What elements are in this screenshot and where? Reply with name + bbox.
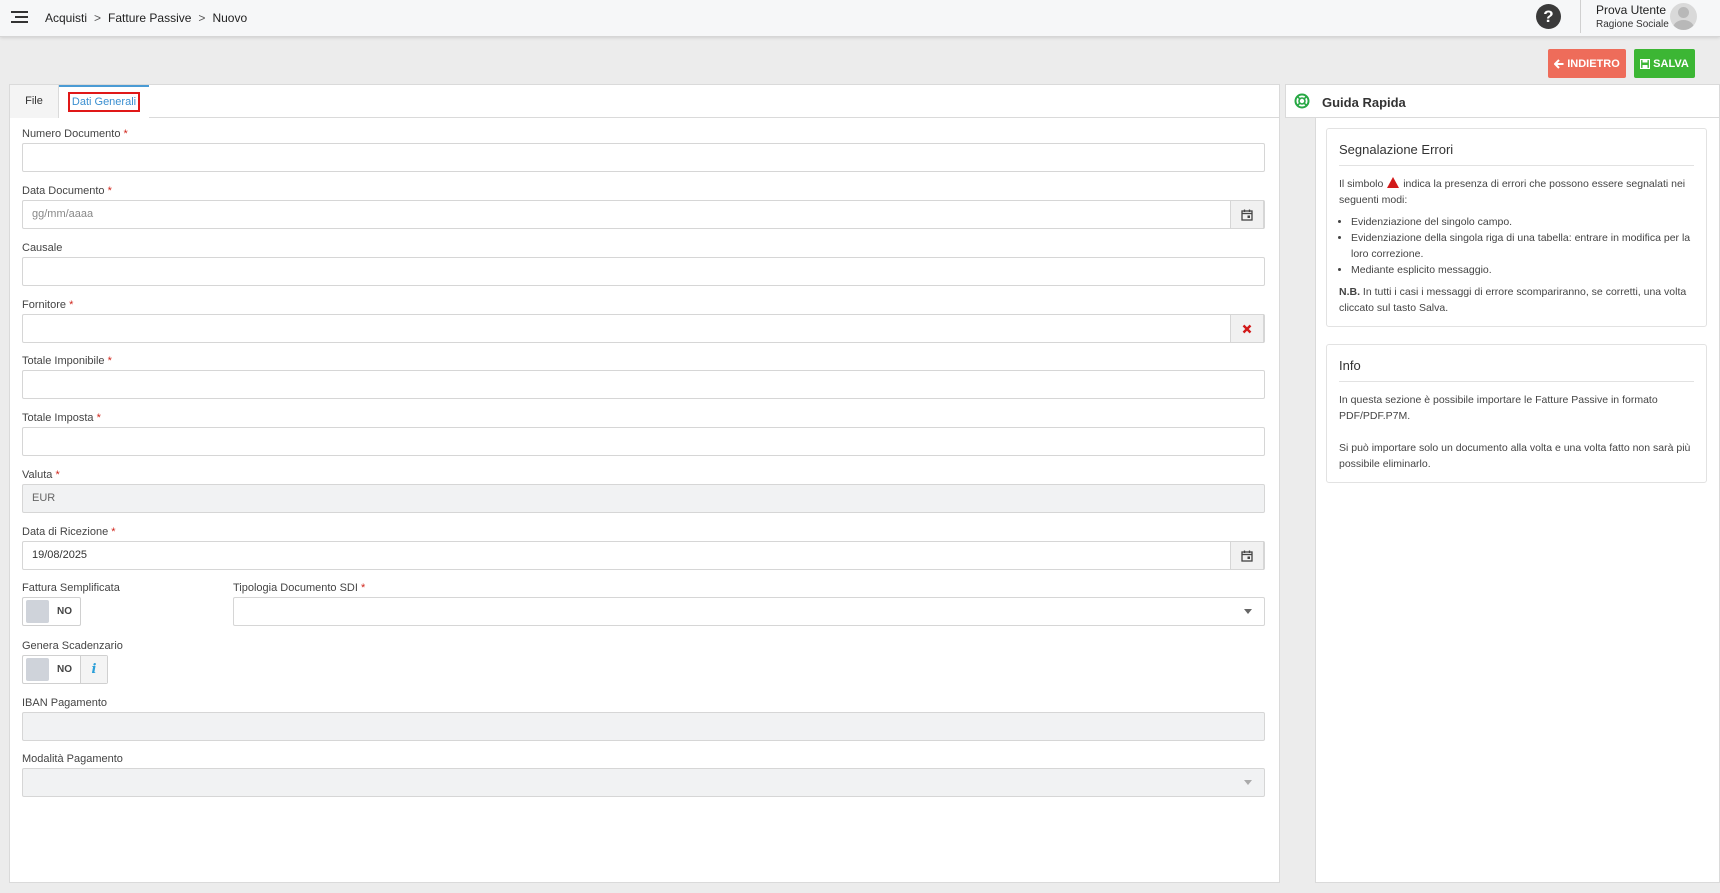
tab-bar: File Dati Generali bbox=[10, 85, 1279, 119]
user-organization: Ragione Sociale bbox=[1596, 19, 1669, 30]
data-ricezione-field[interactable]: 19/08/2025 bbox=[22, 541, 1265, 570]
avatar[interactable] bbox=[1670, 3, 1697, 30]
main-form-panel: File Dati Generali Numero Documento * Da… bbox=[9, 84, 1280, 883]
data-documento-label: Data Documento * bbox=[22, 185, 112, 197]
data-ricezione-label: Data di Ricezione * bbox=[22, 526, 116, 538]
errors-intro: Il simbolo indica la presenza di errori … bbox=[1339, 177, 1686, 206]
breadcrumb-acquisti[interactable]: Acquisti bbox=[45, 11, 87, 25]
calendar-icon[interactable] bbox=[1230, 200, 1264, 229]
arrow-left-icon bbox=[1554, 58, 1564, 69]
totale-imposta-field[interactable] bbox=[22, 427, 1265, 456]
floppy-disk-icon bbox=[1640, 58, 1651, 69]
warning-icon bbox=[1387, 177, 1400, 188]
modalita-pagamento-label: Modalità Pagamento bbox=[22, 753, 123, 765]
tipologia-documento-select[interactable] bbox=[233, 597, 1265, 626]
tipologia-documento-label: Tipologia Documento SDI * bbox=[233, 582, 366, 594]
tab-file[interactable]: File bbox=[10, 85, 59, 118]
data-documento-placeholder: gg/mm/aaaa bbox=[32, 208, 94, 220]
causale-field[interactable] bbox=[22, 257, 1265, 286]
info-card: Info In questa sezione è possibile impor… bbox=[1326, 344, 1707, 483]
breadcrumb-nuovo: Nuovo bbox=[212, 11, 248, 25]
iban-pagamento-field bbox=[22, 712, 1265, 741]
numero-documento-field[interactable] bbox=[22, 143, 1265, 172]
list-item: Mediante esplicito messaggio. bbox=[1351, 262, 1694, 278]
breadcrumb: Acquisti > Fatture Passive > Nuovo bbox=[45, 11, 247, 25]
back-button-label: INDIETRO bbox=[1567, 57, 1620, 70]
list-item: Evidenziazione della singola riga di una… bbox=[1351, 230, 1694, 262]
genera-scadenzario-label: Genera Scadenzario bbox=[22, 640, 123, 652]
totale-imposta-label: Totale Imposta * bbox=[22, 412, 101, 424]
info-icon[interactable]: i bbox=[80, 656, 107, 683]
save-button[interactable]: SALVA bbox=[1634, 49, 1695, 78]
modalita-pagamento-select bbox=[22, 768, 1265, 797]
iban-pagamento-label: IBAN Pagamento bbox=[22, 697, 107, 709]
errors-list: Evidenziazione del singolo campo. Eviden… bbox=[1351, 214, 1694, 278]
fattura-semplificata-toggle[interactable]: NO bbox=[22, 597, 81, 626]
breadcrumb-separator: > bbox=[198, 11, 206, 25]
toggle-knob bbox=[26, 658, 49, 681]
toggle-state: NO bbox=[57, 664, 72, 675]
fornitore-field[interactable] bbox=[22, 314, 1265, 343]
user-divider bbox=[1580, 0, 1581, 33]
save-button-label: SALVA bbox=[1653, 57, 1689, 70]
valuta-field: EUR bbox=[22, 484, 1265, 513]
errors-card: Segnalazione Errori Il simbolo indica la… bbox=[1326, 128, 1707, 327]
info-card-title: Info bbox=[1339, 345, 1694, 382]
quick-guide-body: Segnalazione Errori Il simbolo indica la… bbox=[1315, 118, 1720, 883]
chevron-down-icon bbox=[1244, 609, 1252, 614]
genera-scadenzario-toggle[interactable]: NO i bbox=[22, 655, 108, 684]
causale-label: Causale bbox=[22, 242, 63, 254]
info-paragraph-1: In questa sezione è possibile importare … bbox=[1339, 394, 1658, 422]
breadcrumb-separator: > bbox=[94, 11, 102, 25]
quick-guide-header[interactable]: Guida Rapida bbox=[1285, 84, 1720, 118]
calendar-icon[interactable] bbox=[1230, 541, 1264, 570]
errors-note: N.B. In tutti i casi i messaggi di error… bbox=[1339, 286, 1687, 314]
fattura-semplificata-label: Fattura Semplificata bbox=[22, 582, 120, 594]
totale-imponibile-label: Totale Imponibile * bbox=[22, 355, 112, 367]
lifebuoy-icon bbox=[1294, 93, 1310, 109]
tab-dati-generali-label: Dati Generali bbox=[67, 92, 141, 112]
numero-documento-label: Numero Documento * bbox=[22, 128, 128, 140]
menu-icon[interactable] bbox=[11, 11, 28, 25]
list-item: Evidenziazione del singolo campo. bbox=[1351, 214, 1694, 230]
top-bar: Acquisti > Fatture Passive > Nuovo ? Pro… bbox=[0, 0, 1720, 37]
data-documento-field[interactable]: gg/mm/aaaa bbox=[22, 200, 1265, 229]
tab-dati-generali[interactable]: Dati Generali bbox=[59, 85, 149, 119]
totale-imponibile-field[interactable] bbox=[22, 370, 1265, 399]
breadcrumb-fatture-passive[interactable]: Fatture Passive bbox=[108, 11, 191, 25]
chevron-down-icon bbox=[1244, 780, 1252, 785]
quick-guide-title: Guida Rapida bbox=[1322, 95, 1406, 110]
toggle-knob bbox=[26, 600, 49, 623]
fornitore-label: Fornitore * bbox=[22, 299, 74, 311]
quick-guide-panel: Guida Rapida Segnalazione Errori Il simb… bbox=[1285, 84, 1720, 893]
toggle-state: NO bbox=[57, 606, 72, 617]
clear-fornitore-icon[interactable] bbox=[1230, 314, 1264, 343]
help-icon[interactable]: ? bbox=[1536, 4, 1561, 29]
data-ricezione-value: 19/08/2025 bbox=[32, 549, 88, 561]
errors-card-title: Segnalazione Errori bbox=[1339, 129, 1694, 166]
user-name[interactable]: Prova Utente bbox=[1596, 3, 1666, 17]
info-paragraph-2: Si può importare solo un documento alla … bbox=[1339, 442, 1691, 470]
back-button[interactable]: INDIETRO bbox=[1548, 49, 1626, 78]
valuta-label: Valuta * bbox=[22, 469, 60, 481]
